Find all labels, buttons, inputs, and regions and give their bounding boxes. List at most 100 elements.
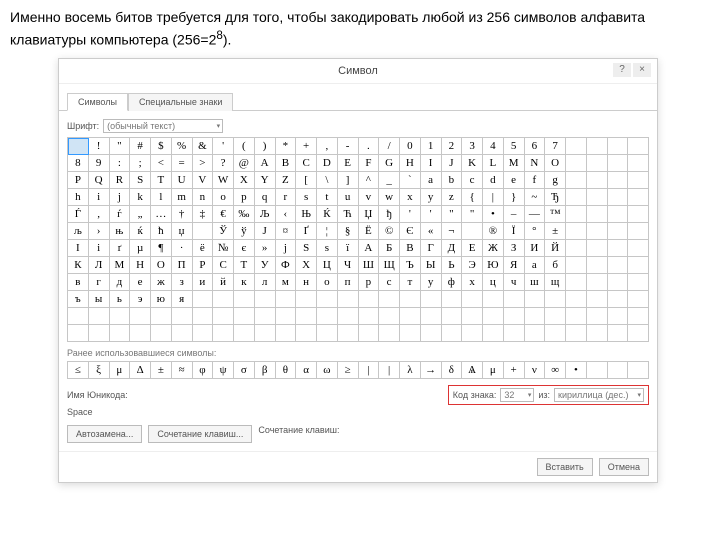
insert-button[interactable]: Вставить <box>537 458 593 476</box>
grid-cell[interactable] <box>628 257 649 274</box>
grid-cell[interactable] <box>566 257 587 274</box>
grid-cell[interactable]: [ <box>296 172 317 189</box>
grid-cell[interactable] <box>89 308 110 325</box>
grid-cell[interactable] <box>608 325 629 342</box>
grid-cell[interactable] <box>234 325 255 342</box>
grid-cell[interactable] <box>628 240 649 257</box>
grid-cell[interactable]: - <box>338 138 359 155</box>
grid-cell[interactable] <box>628 274 649 291</box>
grid-cell[interactable] <box>587 223 608 240</box>
grid-cell[interactable]: Z <box>276 172 297 189</box>
grid-cell[interactable]: ™ <box>545 206 566 223</box>
character-grid[interactable]: !"#$%&'()*+,-./0123456789:;<=>?@ABCDEFGH… <box>67 137 649 342</box>
grid-cell[interactable]: · <box>172 240 193 257</box>
grid-cell[interactable]: ё <box>193 240 214 257</box>
grid-cell[interactable]: r <box>276 189 297 206</box>
grid-cell[interactable] <box>400 291 421 308</box>
grid-cell[interactable]: @ <box>234 155 255 172</box>
grid-cell[interactable]: ф <box>442 274 463 291</box>
grid-cell[interactable] <box>628 308 649 325</box>
grid-cell[interactable]: T <box>151 172 172 189</box>
grid-cell[interactable]: > <box>193 155 214 172</box>
grid-cell[interactable]: ; <box>130 155 151 172</box>
grid-cell[interactable]: ѕ <box>317 240 338 257</box>
grid-cell[interactable] <box>213 308 234 325</box>
recent-cell[interactable]: μ <box>110 362 131 379</box>
grid-cell[interactable]: г <box>89 274 110 291</box>
grid-cell[interactable]: Ь <box>442 257 463 274</box>
grid-cell[interactable]: щ <box>545 274 566 291</box>
grid-cell[interactable]: ) <box>255 138 276 155</box>
grid-cell[interactable]: k <box>130 189 151 206</box>
grid-cell[interactable] <box>587 206 608 223</box>
recent-cell[interactable]: Δ <box>130 362 151 379</box>
recent-cell[interactable]: ≈ <box>172 362 193 379</box>
recent-cell[interactable]: • <box>566 362 587 379</box>
grid-cell[interactable]: Ы <box>421 257 442 274</box>
grid-cell[interactable] <box>68 138 89 155</box>
grid-cell[interactable]: Ќ <box>317 206 338 223</box>
grid-cell[interactable] <box>608 274 629 291</box>
grid-cell[interactable]: Е <box>462 240 483 257</box>
grid-cell[interactable]: | <box>483 189 504 206</box>
grid-cell[interactable]: У <box>255 257 276 274</box>
grid-cell[interactable]: h <box>68 189 89 206</box>
recent-cell[interactable]: ξ <box>89 362 110 379</box>
grid-cell[interactable] <box>545 325 566 342</box>
grid-cell[interactable]: R <box>110 172 131 189</box>
grid-cell[interactable]: Ъ <box>400 257 421 274</box>
grid-cell[interactable]: * <box>276 138 297 155</box>
grid-cell[interactable] <box>587 240 608 257</box>
grid-cell[interactable]: Љ <box>255 206 276 223</box>
font-select[interactable]: (обычный текст) <box>103 119 223 133</box>
grid-cell[interactable]: є <box>234 240 255 257</box>
grid-cell[interactable]: Г <box>421 240 442 257</box>
recent-cell[interactable]: Ѧ <box>462 362 483 379</box>
grid-cell[interactable]: Т <box>234 257 255 274</box>
grid-cell[interactable]: ј <box>276 240 297 257</box>
grid-cell[interactable]: V <box>193 172 214 189</box>
grid-cell[interactable]: Э <box>462 257 483 274</box>
grid-cell[interactable] <box>255 308 276 325</box>
grid-cell[interactable] <box>255 325 276 342</box>
grid-cell[interactable]: ± <box>545 223 566 240</box>
grid-cell[interactable]: C <box>296 155 317 172</box>
grid-cell[interactable]: В <box>400 240 421 257</box>
grid-cell[interactable]: S <box>130 172 151 189</box>
grid-cell[interactable]: ^ <box>359 172 380 189</box>
grid-cell[interactable]: « <box>421 223 442 240</box>
grid-cell[interactable]: / <box>379 138 400 155</box>
grid-cell[interactable] <box>110 308 131 325</box>
grid-cell[interactable] <box>566 223 587 240</box>
grid-cell[interactable]: z <box>442 189 463 206</box>
grid-cell[interactable] <box>338 308 359 325</box>
grid-cell[interactable]: к <box>234 274 255 291</box>
grid-cell[interactable] <box>545 291 566 308</box>
grid-cell[interactable]: A <box>255 155 276 172</box>
grid-cell[interactable]: t <box>317 189 338 206</box>
grid-cell[interactable]: ° <box>525 223 546 240</box>
grid-cell[interactable] <box>566 240 587 257</box>
grid-cell[interactable]: µ <box>130 240 151 257</box>
grid-cell[interactable] <box>587 155 608 172</box>
grid-cell[interactable] <box>608 257 629 274</box>
grid-cell[interactable] <box>483 291 504 308</box>
grid-cell[interactable]: N <box>525 155 546 172</box>
grid-cell[interactable]: д <box>110 274 131 291</box>
grid-cell[interactable] <box>628 138 649 155</box>
recent-cell[interactable]: μ <box>483 362 504 379</box>
grid-cell[interactable]: , <box>317 138 338 155</box>
grid-cell[interactable]: W <box>213 172 234 189</box>
grid-cell[interactable]: † <box>172 206 193 223</box>
grid-cell[interactable]: з <box>172 274 193 291</box>
grid-cell[interactable] <box>566 189 587 206</box>
grid-cell[interactable]: 5 <box>504 138 525 155</box>
grid-cell[interactable] <box>400 325 421 342</box>
grid-cell[interactable]: Ё <box>359 223 380 240</box>
recent-cell[interactable]: θ <box>276 362 297 379</box>
grid-cell[interactable]: › <box>89 223 110 240</box>
grid-cell[interactable]: ћ <box>151 223 172 240</box>
grid-cell[interactable]: m <box>172 189 193 206</box>
grid-cell[interactable]: Б <box>379 240 400 257</box>
grid-cell[interactable]: p <box>234 189 255 206</box>
